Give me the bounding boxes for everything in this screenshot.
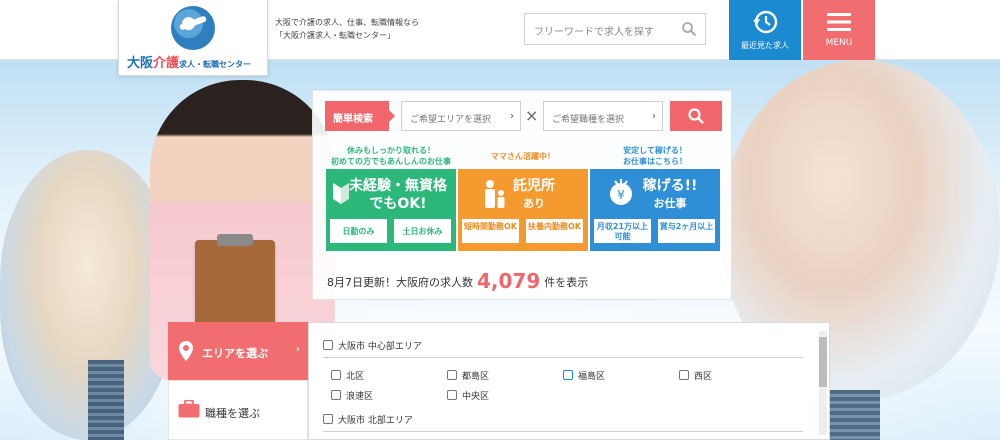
tab-choose-job[interactable]: 職種を選ぶ bbox=[168, 380, 308, 440]
checkbox[interactable] bbox=[447, 370, 457, 380]
quick-search-label: 簡単検索 bbox=[325, 101, 395, 131]
skyscraper-image bbox=[88, 360, 124, 440]
region-checkbox-central[interactable]: 大阪市 中心部エリア bbox=[323, 335, 422, 355]
site-header: 大阪介護求人・転職センター 大阪で介護の求人、仕事、転職情報なら 「大阪介護求人… bbox=[0, 0, 1000, 76]
search-tabs: エリアを選ぶ › 職種を選ぶ bbox=[168, 322, 308, 440]
search-placeholder: フリーワードで求人を探す bbox=[534, 27, 654, 38]
checkbox[interactable] bbox=[331, 370, 341, 380]
recent-jobs-label: 最近見た求人 bbox=[741, 41, 789, 50]
category-card-high-pay[interactable]: ¥ 稼げる!! お仕事 月収21万以上可能 賞与2ヶ月以上 bbox=[590, 169, 720, 251]
chevron-right-icon: › bbox=[652, 111, 656, 122]
monthly-pay-button[interactable]: 月収21万以上可能 bbox=[594, 219, 651, 243]
hamburger-icon bbox=[827, 13, 851, 31]
category-tag-line: 休みもしっかり取れる！ bbox=[347, 146, 435, 155]
site-tagline: 大阪で介護の求人、仕事、転職情報なら 「大阪介護求人・転職センター」 bbox=[275, 16, 435, 42]
card-title-line: でもOK! bbox=[369, 196, 427, 212]
checkbox[interactable] bbox=[563, 370, 573, 380]
region-label: 大阪市 北部エリア bbox=[338, 416, 413, 426]
bonus-button[interactable]: 賞与2ヶ月以上 bbox=[658, 219, 715, 243]
category-tag-line: ママさん活躍中！ bbox=[491, 152, 555, 161]
region-label: 大阪市 中心部エリア bbox=[338, 342, 422, 352]
category-tag-no-experience: 休みもしっかり取れる！ 初めての方でもあんしんのお仕事 bbox=[326, 145, 456, 167]
category-tag-line: 初めての方でもあんしんのお仕事 bbox=[331, 157, 451, 166]
checkbox[interactable] bbox=[331, 390, 341, 400]
category-tag-childcare: ママさん活躍中！ bbox=[458, 151, 588, 162]
job-count-prefix: 8月7日更新！大阪府の求人数 bbox=[327, 276, 473, 289]
short-hours-button[interactable]: 短時間勤務OK bbox=[462, 219, 519, 243]
times-separator: × bbox=[525, 106, 539, 125]
card-title-line: あり bbox=[523, 197, 545, 210]
logo-text: 大阪介護求人・転職センター bbox=[127, 52, 251, 71]
checkbox[interactable] bbox=[679, 370, 689, 380]
freeword-search-input[interactable]: フリーワードで求人を探す bbox=[524, 13, 706, 45]
recent-jobs-button[interactable]: 最近見た求人 bbox=[729, 0, 801, 60]
checkbox[interactable] bbox=[323, 414, 333, 424]
job-select-placeholder: ご希望職種を選択 bbox=[552, 115, 625, 125]
search-icon[interactable] bbox=[681, 21, 697, 37]
tab-area-label: エリアを選ぶ bbox=[202, 347, 268, 360]
site-logo[interactable]: 大阪介護求人・転職センター bbox=[118, 0, 268, 76]
card-title-line: お仕事 bbox=[653, 197, 687, 210]
region-checkbox-north[interactable]: 大阪市 北部エリア bbox=[323, 409, 413, 429]
category-tag-high-pay: 安定して稼げる！ お仕事はこちら！ bbox=[590, 145, 720, 167]
tab-job-label: 職種を選ぶ bbox=[205, 407, 260, 420]
category-tag-line: お仕事はこちら！ bbox=[623, 157, 687, 166]
area-select[interactable]: ご希望エリアを選択 › bbox=[401, 101, 521, 131]
tagline-line-2: 「大阪介護求人・転職センター」 bbox=[275, 31, 395, 40]
divider bbox=[323, 431, 803, 432]
tagline-line-1: 大阪で介護の求人、仕事、転職情報なら bbox=[275, 18, 419, 27]
history-clock-icon bbox=[753, 10, 778, 34]
weekends-off-button[interactable]: 土日お休み bbox=[394, 219, 451, 243]
ward-label: 都島区 bbox=[462, 372, 490, 382]
ward-checkbox-kita[interactable]: 北区 bbox=[331, 369, 364, 382]
checkbox[interactable] bbox=[447, 390, 457, 400]
menu-label: MENU bbox=[825, 38, 853, 48]
logo-prefix: 大阪 bbox=[127, 56, 154, 71]
chevron-right-icon: › bbox=[295, 344, 300, 355]
category-card-title: 稼げる!! お仕事 bbox=[590, 177, 720, 213]
quick-search-panel: 簡単検索 ご希望エリアを選択 › × ご希望職種を選択 › 休みもしっかり取れる… bbox=[312, 90, 732, 300]
category-card-title: 未経験・無資格 でもOK! bbox=[326, 177, 456, 213]
chevron-right-icon: › bbox=[510, 111, 514, 122]
ward-checkbox-nishi[interactable]: 西区 bbox=[679, 369, 712, 382]
scrollbar[interactable] bbox=[819, 331, 827, 435]
card-title-line: 稼げる!! bbox=[642, 178, 698, 194]
ward-label: 北区 bbox=[346, 372, 365, 382]
tab-choose-area[interactable]: エリアを選ぶ › bbox=[168, 322, 308, 380]
category-card-title: 託児所 あり bbox=[458, 177, 588, 213]
logo-globe-icon bbox=[171, 6, 215, 50]
scrollbar-thumb[interactable] bbox=[819, 337, 827, 387]
job-count: 8月7日更新！大阪府の求人数 4,079 件を表示 bbox=[327, 269, 588, 293]
search-icon bbox=[688, 108, 704, 124]
ward-checkbox-chuo[interactable]: 中央区 bbox=[447, 389, 489, 402]
job-type-select[interactable]: ご希望職種を選択 › bbox=[543, 101, 663, 131]
card-title-line: 託児所 bbox=[513, 178, 555, 194]
category-card-childcare[interactable]: 託児所 あり 短時間勤務OK 扶養内勤務OK bbox=[458, 169, 588, 251]
checkbox[interactable] bbox=[323, 340, 333, 350]
logo-suffix: 求人・転職センター bbox=[179, 60, 252, 69]
job-count-suffix: 件を表示 bbox=[544, 276, 589, 289]
logo-accent: 介護 bbox=[153, 56, 180, 71]
briefcase-icon bbox=[178, 400, 200, 418]
dependent-limit-button[interactable]: 扶養内勤務OK bbox=[526, 219, 583, 243]
map-pin-icon bbox=[179, 341, 193, 361]
card-title-line: 未経験・無資格 bbox=[349, 178, 447, 194]
divider bbox=[323, 357, 803, 358]
category-card-no-experience[interactable]: 未経験・無資格 でもOK! 日勤のみ 土日お休み bbox=[326, 169, 456, 251]
search-submit-button[interactable] bbox=[670, 101, 722, 131]
ward-label: 福島区 bbox=[578, 372, 606, 382]
ward-checkbox-naniwa[interactable]: 浪速区 bbox=[331, 389, 373, 402]
ward-checkbox-miyakojima[interactable]: 都島区 bbox=[447, 369, 489, 382]
ward-label: 浪速区 bbox=[346, 392, 374, 402]
area-checkbox-list: 大阪市 中心部エリア 北区 都島区 福島区 西区 浪速区 中央区 大阪市 北部エ… bbox=[308, 322, 830, 440]
ward-label: 西区 bbox=[694, 372, 713, 382]
ward-checkbox-fukushima[interactable]: 福島区 bbox=[563, 369, 605, 382]
area-select-placeholder: ご希望エリアを選択 bbox=[410, 115, 492, 125]
job-count-number: 4,079 bbox=[477, 269, 541, 293]
category-tag-line: 安定して稼げる！ bbox=[623, 146, 687, 155]
ward-label: 中央区 bbox=[462, 392, 490, 402]
day-shift-only-button[interactable]: 日勤のみ bbox=[330, 219, 387, 243]
menu-button[interactable]: MENU bbox=[803, 0, 875, 60]
